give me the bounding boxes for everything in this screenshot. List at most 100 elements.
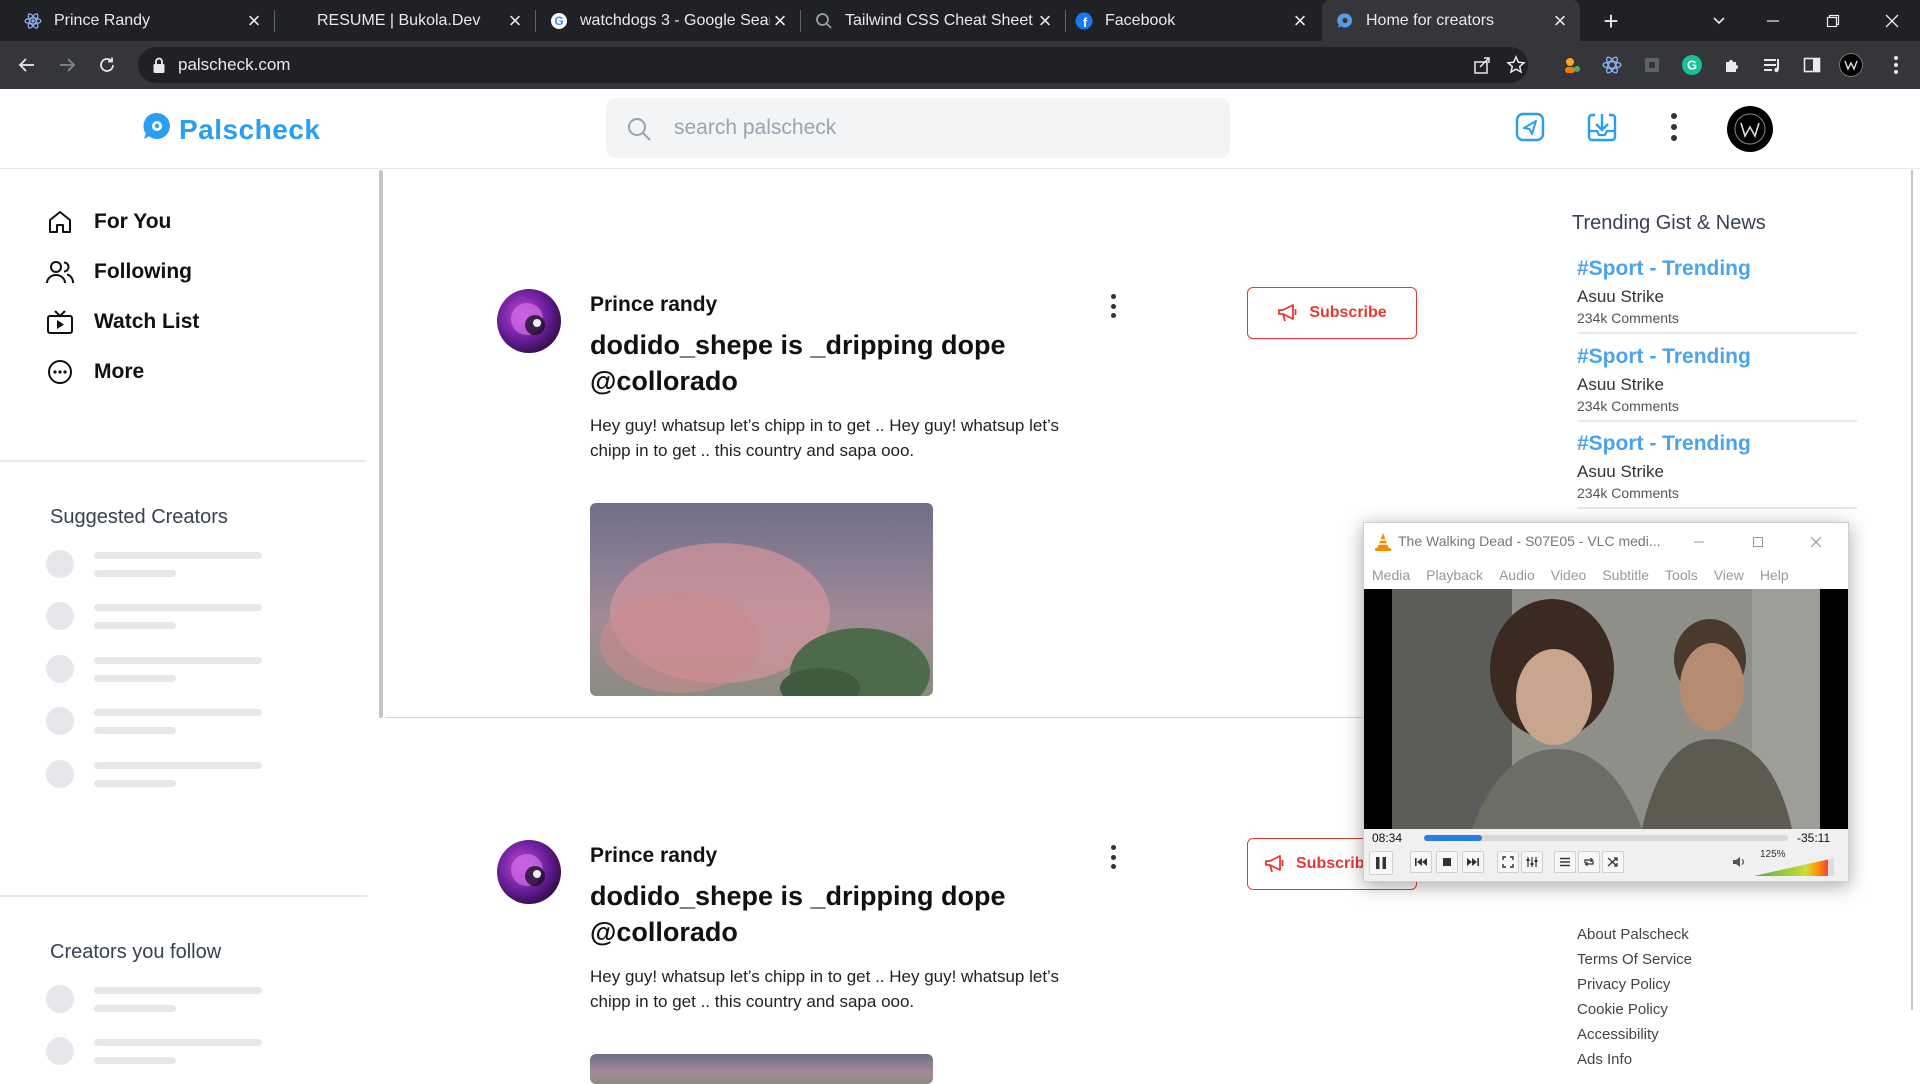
footer-links: About Palscheck Terms Of Service Privacy… <box>1577 925 1692 1075</box>
sidebar-item-following[interactable]: Following <box>46 258 192 286</box>
post-author[interactable]: Prince randy <box>590 844 717 868</box>
post-title: dodido_shepe is _dripping dope @collorad… <box>590 330 1006 396</box>
browser-tab[interactable]: Tailwind CSS Cheat Sheet × <box>801 0 1065 41</box>
browser-tab[interactable]: G watchdogs 3 - Google Sear × <box>536 0 800 41</box>
reload-icon[interactable] <box>93 51 121 79</box>
avatar-emblem-icon <box>1734 113 1766 145</box>
post-author[interactable]: Prince randy <box>590 293 717 317</box>
vlc-menu-audio[interactable]: Audio <box>1499 567 1535 583</box>
media-queue-icon[interactable] <box>1760 53 1784 77</box>
vlc-menu-help[interactable]: Help <box>1760 567 1789 583</box>
vlc-menu-video[interactable]: Video <box>1551 567 1587 583</box>
grammarly-icon[interactable]: G <box>1680 53 1704 77</box>
trending-item[interactable]: #Sport - Trending Asuu Strike 234k Comme… <box>1577 257 1857 334</box>
bookmark-star-icon[interactable] <box>1504 53 1528 77</box>
vlc-menu-subtitle[interactable]: Subtitle <box>1602 567 1649 583</box>
home-icon <box>46 208 74 236</box>
footer-link-terms[interactable]: Terms Of Service <box>1577 950 1692 975</box>
vlc-fullscreen-icon[interactable] <box>1497 851 1519 873</box>
vlc-extended-settings-icon[interactable] <box>1521 851 1543 873</box>
vlc-minimize-icon[interactable] <box>1688 531 1710 553</box>
profile-avatar-icon[interactable] <box>1839 53 1863 77</box>
tab-search-chevron-icon[interactable] <box>1696 0 1742 41</box>
facebook-icon: f <box>1075 12 1093 30</box>
vlc-playlist-icon[interactable] <box>1554 851 1576 873</box>
palscheck-logo[interactable]: Palscheck <box>141 111 321 148</box>
react-icon <box>24 12 42 30</box>
address-bar[interactable]: palscheck.com <box>138 47 1528 83</box>
vlc-video-area[interactable] <box>1364 589 1848 829</box>
page-scrollbar[interactable] <box>1911 170 1913 1010</box>
sidebar-item-watch-list[interactable]: Watch List <box>46 308 199 336</box>
author-avatar[interactable] <box>497 289 561 353</box>
side-panel-icon[interactable] <box>1800 53 1824 77</box>
vlc-pause-icon[interactable] <box>1369 851 1393 875</box>
close-tab-icon[interactable]: × <box>770 8 790 33</box>
vlc-previous-icon[interactable] <box>1410 851 1432 873</box>
vlc-menu-playback[interactable]: Playback <box>1426 567 1483 583</box>
search-input[interactable] <box>674 112 1194 144</box>
close-tab-icon[interactable]: × <box>1290 8 1310 33</box>
creator-skeleton <box>46 705 266 735</box>
logo-text: Palscheck <box>179 113 321 145</box>
trending-comments: 234k Comments <box>1577 485 1679 501</box>
react-devtools-icon[interactable] <box>1600 53 1624 77</box>
vlc-volume-speaker-icon[interactable] <box>1728 851 1750 873</box>
browser-tab[interactable]: f Facebook × <box>1066 0 1320 41</box>
browser-tab[interactable]: Prince Randy × <box>0 0 274 41</box>
download-tray-icon[interactable] <box>1584 109 1620 145</box>
close-tab-icon[interactable]: × <box>1550 8 1570 33</box>
restore-window-icon[interactable] <box>1810 0 1856 41</box>
close-tab-icon[interactable]: × <box>244 8 264 33</box>
extensions-puzzle-icon[interactable] <box>1720 53 1744 77</box>
trending-comments: 234k Comments <box>1577 310 1679 326</box>
vlc-menu-media[interactable]: Media <box>1372 567 1410 583</box>
close-tab-icon[interactable]: × <box>1035 8 1055 33</box>
new-tab-button[interactable]: + <box>1598 6 1624 36</box>
subscribe-button[interactable]: Subscribe <box>1247 287 1417 339</box>
vlc-stop-icon[interactable] <box>1436 851 1458 873</box>
vlc-close-icon[interactable] <box>1805 531 1827 553</box>
sidebar-item-for-you[interactable]: For You <box>46 208 171 236</box>
footer-link-privacy[interactable]: Privacy Policy <box>1577 975 1692 1000</box>
close-tab-icon[interactable]: × <box>505 8 525 33</box>
forward-arrow-icon[interactable] <box>53 51 81 79</box>
share-icon[interactable] <box>1470 53 1494 77</box>
vlc-seek-bar[interactable] <box>1424 835 1788 841</box>
trending-item[interactable]: #Sport - Trending Asuu Strike 234k Comme… <box>1577 345 1857 422</box>
back-arrow-icon[interactable] <box>13 51 41 79</box>
more-vertical-icon[interactable] <box>1656 109 1692 145</box>
author-avatar[interactable] <box>497 840 561 904</box>
footer-link-about[interactable]: About Palscheck <box>1577 925 1692 950</box>
vlc-loop-icon[interactable] <box>1578 851 1600 873</box>
extension-square-icon[interactable] <box>1640 53 1664 77</box>
browser-tab-active[interactable]: Home for creators × <box>1322 0 1580 41</box>
vlc-menu-view[interactable]: View <box>1714 567 1744 583</box>
post-options-icon[interactable] <box>1105 842 1121 872</box>
browser-menu-icon[interactable] <box>1884 53 1908 77</box>
browser-tab[interactable]: RESUME | Bukola.Dev × <box>275 0 535 41</box>
vlc-volume-percent: 125% <box>1760 849 1786 860</box>
vlc-titlebar[interactable]: The Walking Dead - S07E05 - VLC medi... <box>1364 523 1848 561</box>
vlc-menu-tools[interactable]: Tools <box>1665 567 1698 583</box>
footer-link-ads-info[interactable]: Ads Info <box>1577 1050 1692 1075</box>
vlc-shuffle-icon[interactable] <box>1602 851 1624 873</box>
user-avatar[interactable] <box>1727 106 1773 152</box>
video-frame <box>1392 589 1820 829</box>
trending-tag: #Sport - Trending <box>1577 345 1751 368</box>
sidebar-divider <box>0 895 367 897</box>
send-message-icon[interactable] <box>1512 109 1548 145</box>
footer-link-accessibility[interactable]: Accessibility <box>1577 1025 1692 1050</box>
post-options-icon[interactable] <box>1105 291 1121 321</box>
footer-link-cookie[interactable]: Cookie Policy <box>1577 1000 1692 1025</box>
vlc-maximize-icon[interactable] <box>1747 531 1769 553</box>
search-bar[interactable] <box>606 98 1230 158</box>
post-image[interactable] <box>590 503 933 696</box>
sidebar-item-more[interactable]: More <box>46 358 144 386</box>
close-window-icon[interactable] <box>1869 0 1915 41</box>
svg-text:G: G <box>554 14 563 28</box>
trending-item[interactable]: #Sport - Trending Asuu Strike 234k Comme… <box>1577 432 1857 509</box>
extension-person-icon[interactable] <box>1560 53 1584 77</box>
minimize-window-icon[interactable] <box>1750 0 1796 41</box>
vlc-next-icon[interactable] <box>1462 851 1484 873</box>
